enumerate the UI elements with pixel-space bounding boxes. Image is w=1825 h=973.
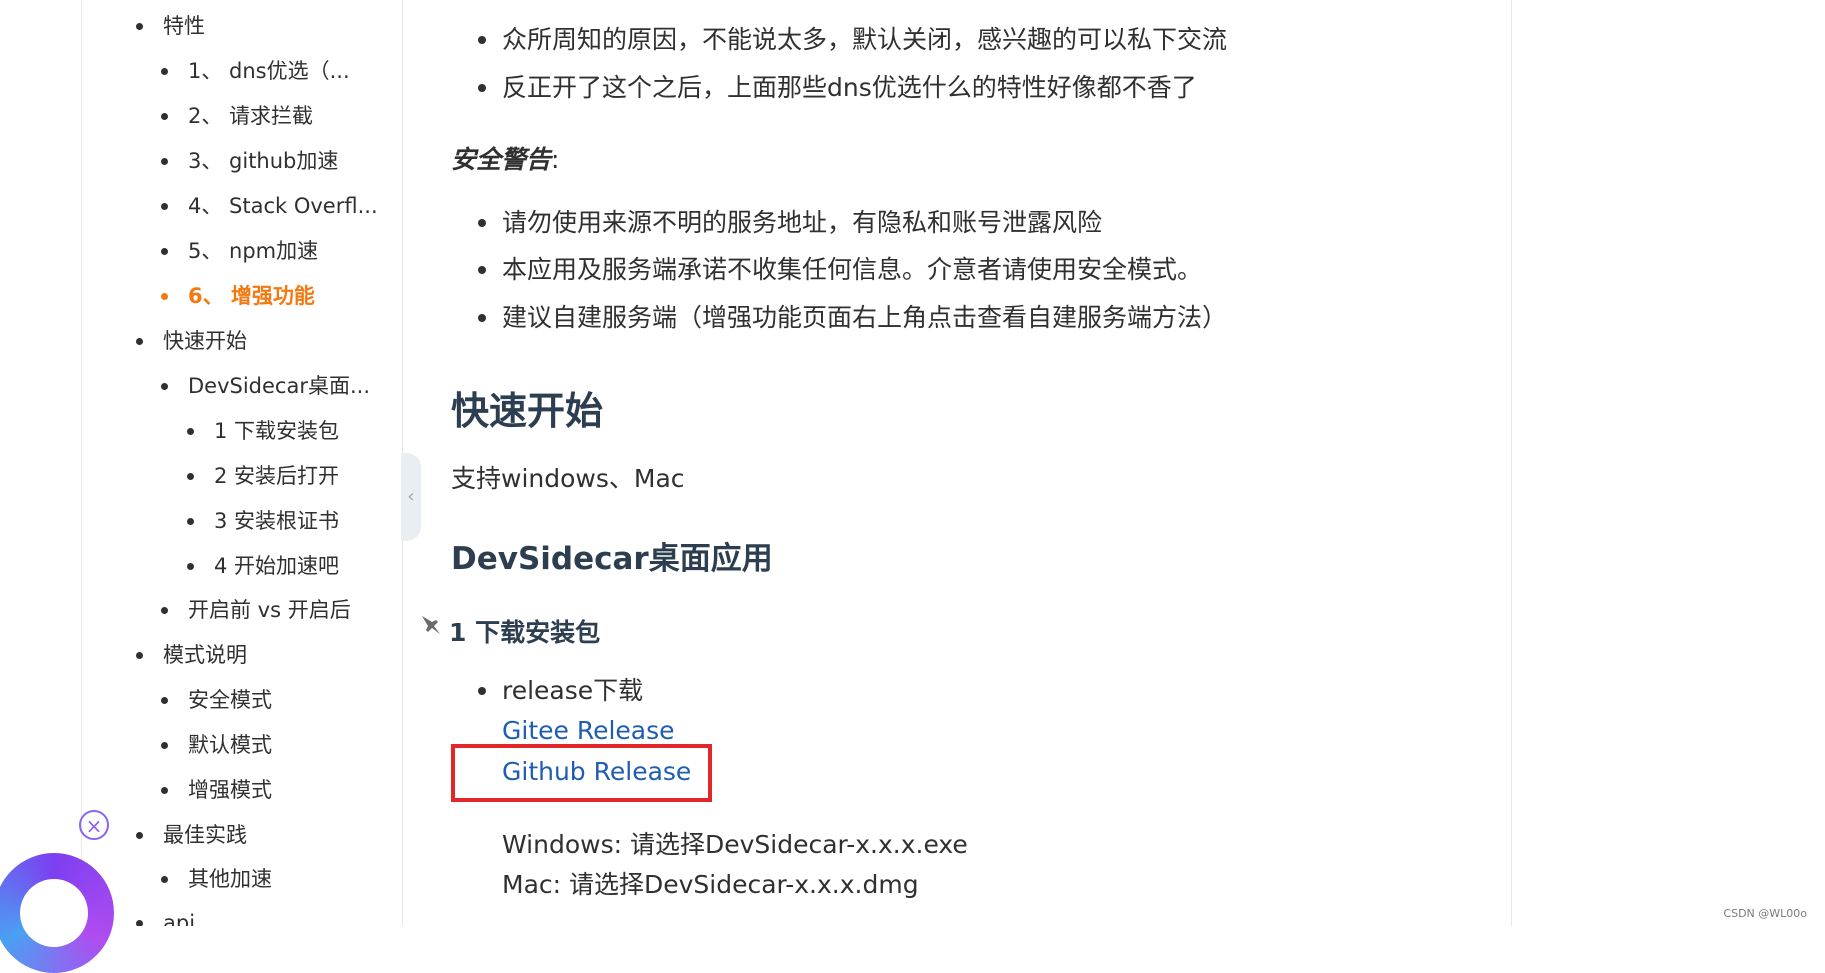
close-icon[interactable]: × <box>79 810 109 840</box>
list-item: 反正开了这个之后，上面那些dns优选什么的特性好像都不香了 <box>478 72 1197 104</box>
content-right-border <box>1511 0 1512 926</box>
toc-item-download[interactable]: 1 下载安装包 <box>187 418 339 444</box>
bullet-dot <box>136 652 143 659</box>
highlight-annotation-box <box>451 744 712 802</box>
bullet-dot <box>161 876 168 883</box>
bullet-dot <box>478 687 486 695</box>
pushpin-icon <box>422 616 440 634</box>
assistant-ring-center <box>20 879 88 947</box>
bullet-dot <box>161 787 168 794</box>
bullet-dot <box>161 383 168 390</box>
bullet-dot <box>478 314 486 322</box>
security-warning-label: 安全警告: <box>451 145 560 174</box>
heading-download: 1 下载安装包 <box>449 618 601 647</box>
chevron-left-icon: ‹ <box>407 486 415 507</box>
list-item: release下载 <box>478 675 643 707</box>
bullet-dot <box>187 428 194 435</box>
bullet-dot <box>478 36 486 44</box>
toc-item-github[interactable]: 3、 github加速 <box>161 148 338 174</box>
toc-item-best-practice[interactable]: 最佳实践 <box>136 822 247 848</box>
toc-item-safe-mode[interactable]: 安全模式 <box>161 687 272 713</box>
bullet-dot <box>136 920 143 926</box>
bullet-dot <box>136 338 143 345</box>
toc-item-intercept[interactable]: 2、 请求拦截 <box>161 103 313 129</box>
bullet-dot <box>478 266 486 274</box>
floating-assistant-icon[interactable] <box>0 853 114 973</box>
bullet-dot <box>187 473 194 480</box>
sidebar-collapse-handle[interactable]: ‹ <box>401 453 421 541</box>
windows-instruction: Windows: 请选择DevSidecar-x.x.x.exe <box>502 830 968 859</box>
list-item: 众所周知的原因，不能说太多，默认关闭，感兴趣的可以私下交流 <box>478 24 1227 56</box>
bullet-dot <box>161 68 168 75</box>
heading-quickstart: 快速开始 <box>451 389 604 433</box>
bullet-dot <box>187 518 194 525</box>
bullet-dot <box>161 113 168 120</box>
toc-item-stackoverflow[interactable]: 4、 Stack Overfl... <box>161 193 378 219</box>
bullet-dot <box>187 563 194 570</box>
list-item: 请勿使用来源不明的服务地址，有隐私和账号泄露风险 <box>478 207 1102 239</box>
bullet-dot <box>161 742 168 749</box>
gitee-release-link[interactable]: Gitee Release <box>502 716 675 745</box>
bullet-dot <box>478 84 486 92</box>
list-item: 本应用及服务端承诺不收集任何信息。介意者请使用安全模式。 <box>478 254 1202 286</box>
list-item: 建议自建服务端（增强功能页面右上角点击查看自建服务端方法） <box>478 302 1227 334</box>
toc-item-quickstart[interactable]: 快速开始 <box>136 328 247 354</box>
toc-item-npm[interactable]: 5、 npm加速 <box>161 238 318 264</box>
bullet-dot <box>161 248 168 255</box>
bullet-dot <box>161 607 168 614</box>
table-of-contents-sidebar: 特性 1、 dns优选（... 2、 请求拦截 3、 github加速 4、 S… <box>81 0 403 926</box>
toc-item-other-accel[interactable]: 其他加速 <box>161 866 272 892</box>
heading-desktop-app: DevSidecar桌面应用 <box>451 541 773 577</box>
bullet-dot <box>161 697 168 704</box>
toc-item-dns[interactable]: 1、 dns优选（... <box>161 58 350 84</box>
toc-item-features[interactable]: 特性 <box>136 13 205 39</box>
bullet-dot <box>161 293 168 300</box>
toc-item-install[interactable]: 2 安装后打开 <box>187 463 339 489</box>
bullet-dot <box>161 203 168 210</box>
watermark: CSDN @WL00o <box>1723 907 1807 920</box>
bullet-dot <box>161 158 168 165</box>
toc-item-desktop-app[interactable]: DevSidecar桌面... <box>161 373 370 399</box>
toc-item-enhanced-mode[interactable]: 增强模式 <box>161 777 272 803</box>
bullet-dot <box>136 832 143 839</box>
toc-item-api[interactable]: api <box>136 910 195 926</box>
toc-item-modes[interactable]: 模式说明 <box>136 642 247 668</box>
mac-instruction: Mac: 请选择DevSidecar-x.x.x.dmg <box>502 870 919 899</box>
toc-item-cert[interactable]: 3 安装根证书 <box>187 508 339 534</box>
bullet-dot <box>136 23 143 30</box>
support-text: 支持windows、Mac <box>451 464 685 493</box>
toc-item-before-after[interactable]: 开启前 vs 开启后 <box>161 597 351 623</box>
toc-item-start[interactable]: 4 开始加速吧 <box>187 553 339 579</box>
bullet-dot <box>478 219 486 227</box>
toc-item-default-mode[interactable]: 默认模式 <box>161 732 272 758</box>
toc-item-enhanced[interactable]: 6、 增强功能 <box>161 283 315 309</box>
